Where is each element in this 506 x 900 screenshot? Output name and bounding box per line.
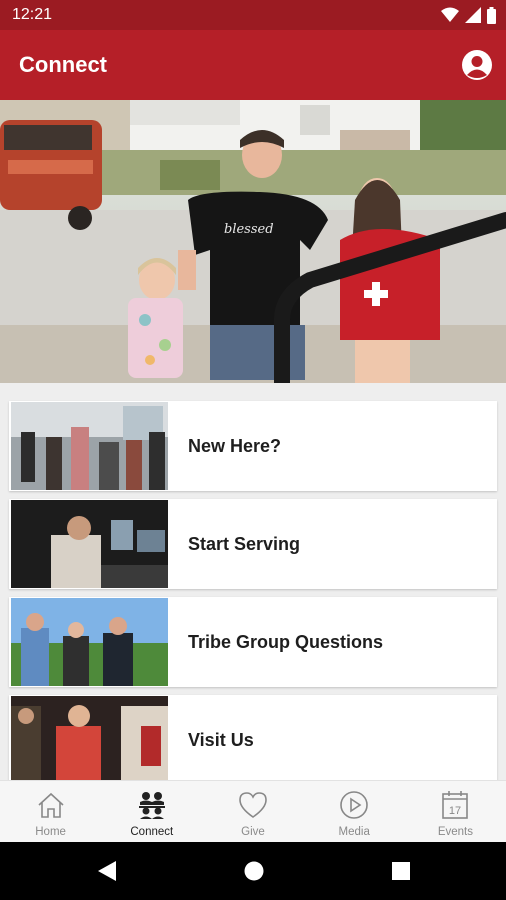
nav-label: Home xyxy=(35,826,66,838)
nav-label: Events xyxy=(437,826,473,838)
card-tribe-group-questions[interactable]: Tribe Group Questions xyxy=(9,597,497,687)
card-label: Tribe Group Questions xyxy=(188,631,384,652)
nav-label: Give xyxy=(241,826,265,838)
home-circle-icon[interactable] xyxy=(243,859,265,883)
nav-connect[interactable]: Connect xyxy=(101,781,202,842)
app-bar: Connect xyxy=(0,30,506,100)
system-icons xyxy=(441,6,496,24)
play-icon xyxy=(340,791,369,819)
bottom-nav: Home Connect Give Media 17 Events xyxy=(0,780,506,842)
shirt-text: blessed xyxy=(224,222,274,237)
home-icon xyxy=(38,792,64,818)
wifi-icon xyxy=(441,7,459,22)
card-label: New Here? xyxy=(188,435,282,456)
account-icon xyxy=(467,56,487,78)
nav-media[interactable]: Media xyxy=(304,781,405,842)
system-nav-bar xyxy=(0,842,506,900)
nav-label: Media xyxy=(338,826,370,838)
page-title: Connect xyxy=(19,52,107,77)
people-icon xyxy=(138,792,165,819)
card-thumbnail xyxy=(11,402,168,490)
card-label: Start Serving xyxy=(188,533,301,554)
connect-list: New Here? Start Serving Tribe Group Ques… xyxy=(0,383,506,780)
card-thumbnail xyxy=(11,500,168,588)
card-thumbnail xyxy=(11,696,168,780)
calendar-day: 17 xyxy=(449,805,461,817)
card-thumbnail xyxy=(11,598,168,686)
battery-icon xyxy=(487,6,496,24)
heart-icon xyxy=(239,792,267,818)
nav-label: Connect xyxy=(130,826,174,838)
calendar-icon: 17 xyxy=(442,791,469,819)
status-time: 12:21 xyxy=(12,6,53,23)
signal-icon xyxy=(465,7,481,23)
profile-button[interactable] xyxy=(462,50,492,80)
nav-home[interactable]: Home xyxy=(0,781,101,842)
nav-give[interactable]: Give xyxy=(202,781,303,842)
hero-image: blessed xyxy=(0,100,506,383)
status-bar: 12:21 xyxy=(0,0,506,30)
hero-photo: blessed xyxy=(0,100,506,383)
card-new-here[interactable]: New Here? xyxy=(9,401,497,491)
card-label: Visit Us xyxy=(188,729,254,750)
back-icon[interactable] xyxy=(96,859,118,883)
card-start-serving[interactable]: Start Serving xyxy=(9,499,497,589)
card-visit-us[interactable]: Visit Us xyxy=(9,695,497,780)
nav-events[interactable]: 17 Events xyxy=(405,781,506,842)
recents-icon[interactable] xyxy=(390,859,412,883)
